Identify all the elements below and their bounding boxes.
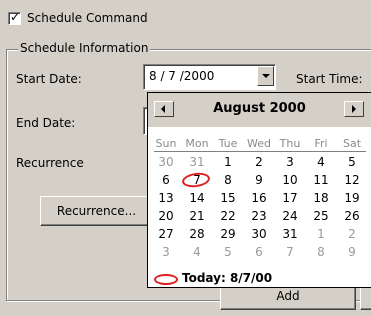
- start-date-label: Start Date:: [16, 72, 82, 86]
- calendar-day[interactable]: 8: [309, 243, 333, 261]
- today-circle-icon: [154, 274, 178, 285]
- recurrence-button[interactable]: Recurrence...: [40, 196, 153, 226]
- day-of-week-label: Fri: [314, 137, 328, 150]
- calendar-day[interactable]: 4: [309, 153, 333, 171]
- calendar-day[interactable]: 24: [278, 207, 302, 225]
- end-date-label: End Date:: [16, 116, 76, 130]
- calendar-day[interactable]: 16: [247, 189, 271, 207]
- calendar-day[interactable]: 6: [154, 171, 178, 189]
- day-of-week-label: Mon: [185, 137, 209, 150]
- calendar-day[interactable]: 7: [278, 243, 302, 261]
- recurrence-label: Recurrence: [16, 156, 84, 170]
- checkmark-icon: ✓: [10, 10, 21, 24]
- calendar-day[interactable]: 10: [278, 171, 302, 189]
- add-button-label: Add: [276, 289, 300, 303]
- calendar-dropdown[interactable]: August 2000 Sun Mon Tue Wed Thu Fri Sat 30 31 1 2…: [147, 92, 371, 288]
- calendar-day[interactable]: 9: [247, 171, 271, 189]
- calendar-day[interactable]: 25: [309, 207, 333, 225]
- start-date-value: 8 / 7 /2000: [149, 69, 215, 83]
- next-month-arrow-icon[interactable]: [344, 101, 364, 117]
- start-time-label: Start Time:: [296, 72, 363, 86]
- calendar-day[interactable]: 20: [154, 207, 178, 225]
- calendar-day[interactable]: 15: [216, 189, 240, 207]
- calendar-day[interactable]: 14: [185, 189, 209, 207]
- calendar-day[interactable]: 8: [216, 171, 240, 189]
- calendar-day[interactable]: 3: [154, 243, 178, 261]
- calendar-day[interactable]: 6: [247, 243, 271, 261]
- calendar-day[interactable]: 23: [247, 207, 271, 225]
- calendar-day[interactable]: 13: [154, 189, 178, 207]
- calendar-day[interactable]: 5: [340, 153, 364, 171]
- recurrence-button-label: Recurrence...: [56, 204, 137, 218]
- calendar-day[interactable]: 2: [340, 225, 364, 243]
- schedule-command-label: Schedule Command: [27, 11, 148, 25]
- calendar-day[interactable]: 1: [216, 153, 240, 171]
- day-of-week-label: Sat: [342, 137, 362, 150]
- calendar-day[interactable]: 5: [216, 243, 240, 261]
- calendar-day[interactable]: 21: [185, 207, 209, 225]
- calendar-month-title: August 2000: [213, 101, 306, 116]
- calendar-day[interactable]: 30: [247, 225, 271, 243]
- calendar-day[interactable]: 4: [185, 243, 209, 261]
- calendar-day[interactable]: 30: [154, 153, 178, 171]
- calendar-day[interactable]: 31: [278, 225, 302, 243]
- today-link[interactable]: Today: 8/7/00: [182, 271, 272, 285]
- calendar-day[interactable]: 22: [216, 207, 240, 225]
- days-of-week-row: Sun Mon Tue Wed Thu Fri Sat: [152, 137, 371, 151]
- calendar-day[interactable]: 26: [340, 207, 364, 225]
- day-of-week-label: Wed: [247, 137, 271, 150]
- group-title: Schedule Information: [18, 41, 151, 55]
- calendar-day[interactable]: 28: [185, 225, 209, 243]
- calendar-day[interactable]: 19: [340, 189, 364, 207]
- calendar-day[interactable]: 2: [247, 153, 271, 171]
- calendar-day[interactable]: 31: [185, 153, 209, 171]
- calendar-day[interactable]: 18: [309, 189, 333, 207]
- calendar-day[interactable]: 17: [278, 189, 302, 207]
- calendar-day[interactable]: 11: [309, 171, 333, 189]
- schedule-command-checkbox[interactable]: ✓: [8, 10, 21, 25]
- day-of-week-label: Thu: [279, 137, 301, 150]
- dropdown-arrow-icon[interactable]: [257, 66, 274, 86]
- calendar-day[interactable]: 27: [154, 225, 178, 243]
- calendar-day[interactable]: 1: [309, 225, 333, 243]
- start-date-picker[interactable]: 8 / 7 /2000: [143, 64, 276, 90]
- calendar-day[interactable]: 12: [340, 171, 364, 189]
- calendar-day[interactable]: 9: [340, 243, 364, 261]
- calendar-header: August 2000: [148, 93, 371, 127]
- calendar-day-grid: 30 31 1 2 3 4 5 6 7 8 9 10 11 12 13 14 15 16 17 18 19 20 21 22 2…: [152, 151, 371, 259]
- calendar-day[interactable]: 3: [278, 153, 302, 171]
- day-of-week-label: Tue: [218, 137, 238, 150]
- calendar-day[interactable]: 29: [216, 225, 240, 243]
- day-of-week-label: Sun: [155, 137, 177, 150]
